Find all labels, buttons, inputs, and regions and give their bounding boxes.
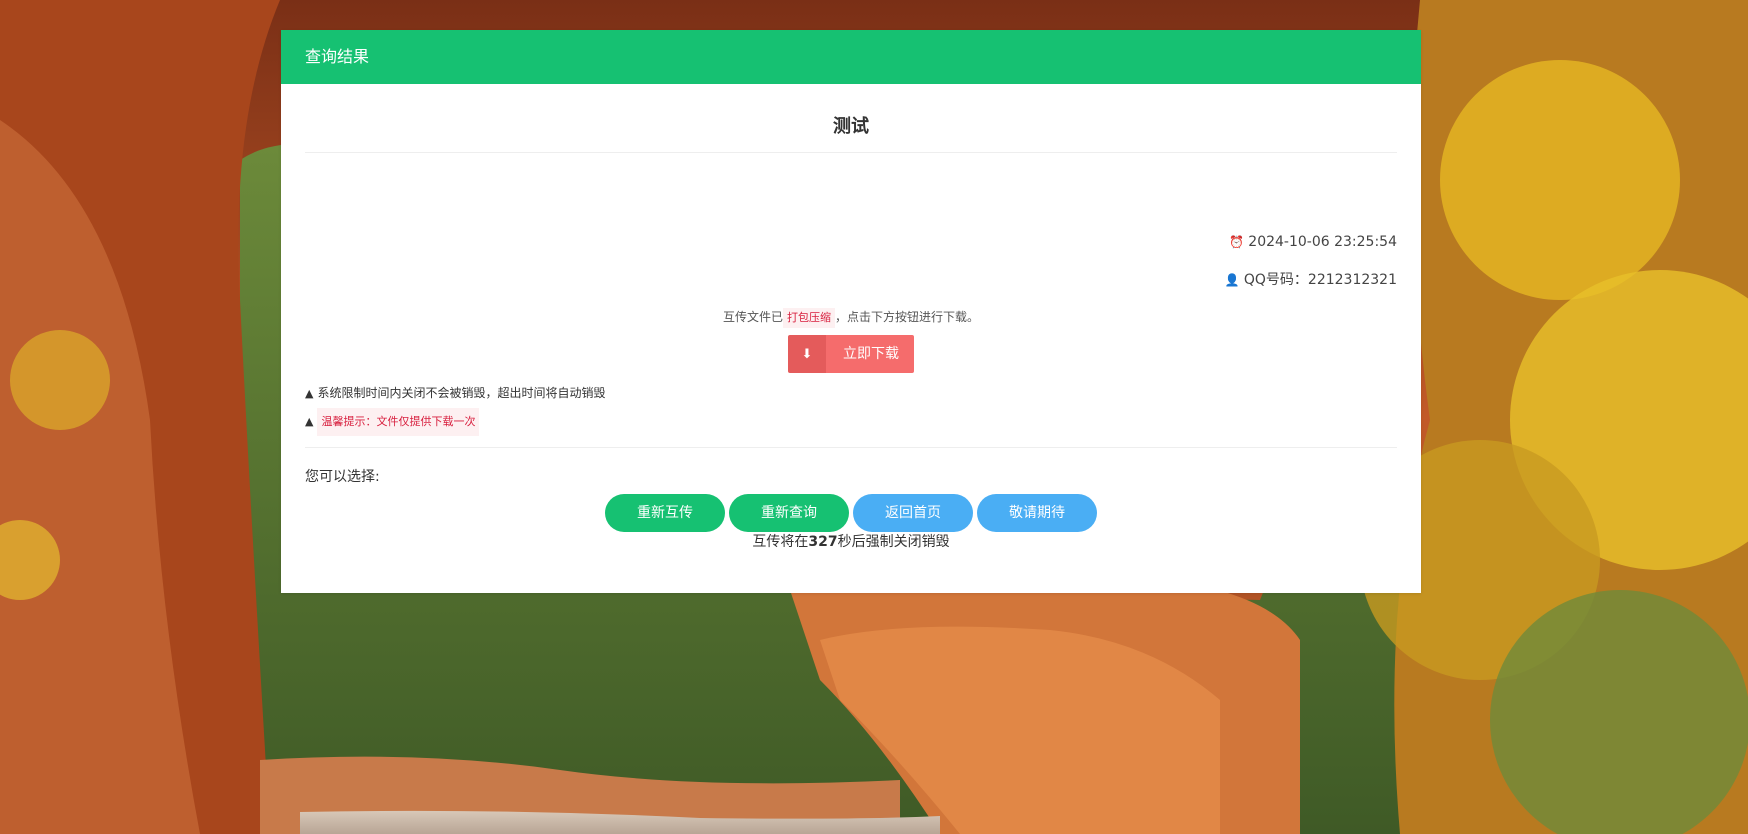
action-buttons: 重新互传 重新查询 返回首页 敬请期待 [305, 494, 1397, 532]
file-meta: ⏰ 2024-10-06 23:25:54 👤 QQ号码：2212312321 [305, 223, 1397, 299]
upload-time: 2024-10-06 23:25:54 [1248, 234, 1397, 250]
section-divider [305, 447, 1397, 448]
warning-download-once: ▲ 温馨提示：文件仅提供下载一次 [305, 407, 1397, 436]
compression-notice: 互传文件已 打包压缩 ，点击下方按钮进行下载。 [305, 307, 1397, 328]
qq-label: QQ号码： [1243, 272, 1308, 288]
file-name-title: 测试 [305, 84, 1397, 153]
card-header-title: 查询结果 [281, 30, 1421, 84]
choose-label: 您可以选择: [305, 469, 380, 485]
warning-icon: ▲ [305, 415, 314, 428]
coming-soon-button[interactable]: 敬请期待 [977, 494, 1097, 532]
warning-download-text: 温馨提示：文件仅提供下载一次 [317, 408, 480, 436]
warning-icon: ▲ [305, 387, 314, 400]
download-wrap: ⬇ 立即下载 [305, 335, 1397, 373]
card-body: 测试 ⏰ 2024-10-06 23:25:54 👤 QQ号码：2212312321… [281, 84, 1421, 552]
download-now-button[interactable]: ⬇ 立即下载 [788, 335, 914, 373]
compressed-tag: 打包压缩 [783, 308, 835, 328]
user-icon: 👤 [1224, 273, 1240, 287]
countdown-text: 互传将在327秒后强制关闭销毁 [305, 532, 1397, 552]
notice-text-after: ，点击下方按钮进行下载。 [835, 310, 980, 324]
countdown-seconds: 327 [808, 534, 838, 550]
re-query-button[interactable]: 重新查询 [729, 494, 849, 532]
download-button-label: 立即下载 [826, 335, 914, 373]
back-home-button[interactable]: 返回首页 [853, 494, 973, 532]
qq-value: 2212312321 [1307, 272, 1397, 288]
countdown-before: 互传将在 [752, 534, 809, 550]
download-icon: ⬇ [788, 335, 826, 373]
warning-destroy-text: 系统限制时间内关闭不会被销毁，超出时间将自动销毁 [317, 386, 606, 400]
re-transfer-button[interactable]: 重新互传 [605, 494, 725, 532]
alarm-clock-icon: ⏰ [1229, 235, 1245, 249]
notice-text-before: 互传文件已 [722, 310, 783, 324]
query-result-card: 查询结果 测试 ⏰ 2024-10-06 23:25:54 👤 QQ号码：22123… [281, 30, 1421, 593]
upload-time-row: ⏰ 2024-10-06 23:25:54 [305, 223, 1397, 261]
countdown-after: 秒后强制关闭销毁 [837, 534, 950, 550]
warning-destroy-rule: ▲ 系统限制时间内关闭不会被销毁，超出时间将自动销毁 [305, 379, 1397, 407]
qq-number-row: 👤 QQ号码：2212312321 [305, 261, 1397, 299]
